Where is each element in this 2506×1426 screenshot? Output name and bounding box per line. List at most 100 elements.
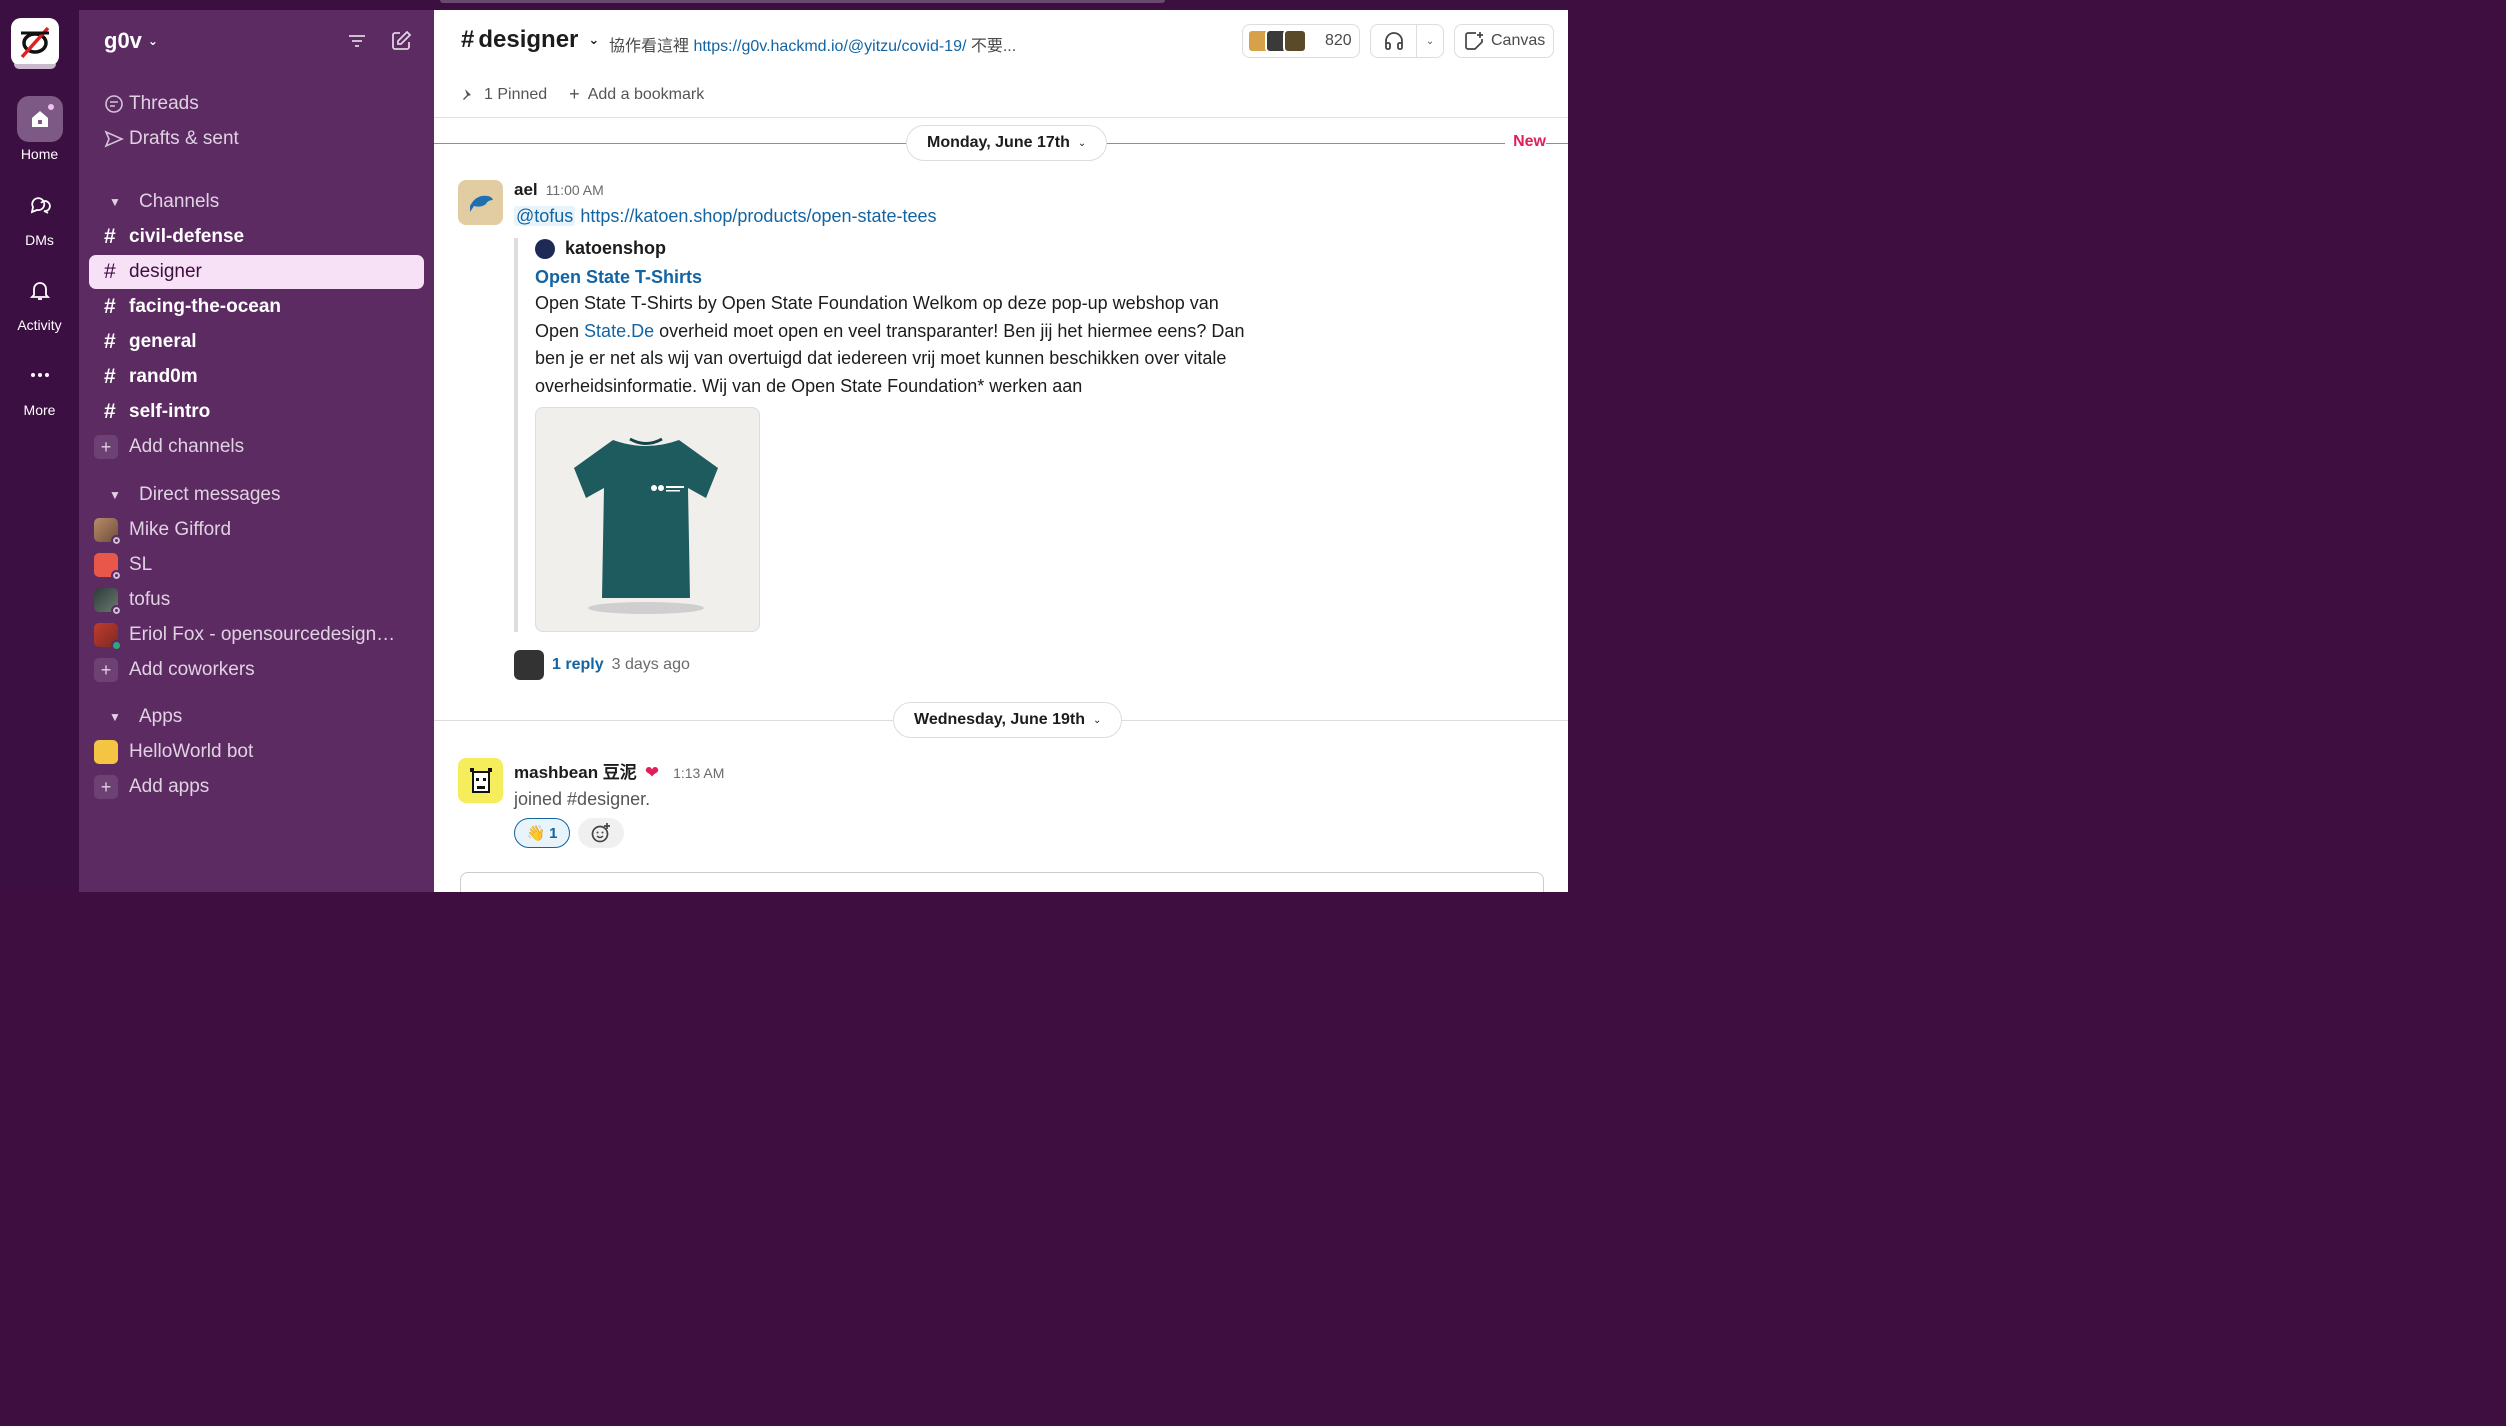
add-reaction-button[interactable] [578,818,624,848]
sidebar-app-helloworld-bot[interactable]: HelloWorld bot [89,735,424,769]
dm-header: Direct messages [139,484,281,505]
search-bar[interactable] [440,0,1165,3]
message-author[interactable]: ael [514,180,538,200]
preview-site: katoenshop [535,238,1274,259]
preview-title[interactable]: Open State T-Shirts [535,267,1274,288]
hash-icon: # [461,26,475,53]
message-link[interactable]: https://katoen.shop/products/open-state-… [580,206,936,226]
add-bookmark-button[interactable]: + Add a bookmark [569,84,704,105]
channel-name: self-intro [129,401,211,422]
add-coworkers-button[interactable]: + Add coworkers [89,653,424,687]
sidebar-header: g0v ⌄ [79,10,434,72]
rail-activity[interactable]: Activity [0,267,79,333]
wave-emoji-icon: 👋 [526,825,546,842]
channel-name-button[interactable]: # designer ⌄ [461,26,599,54]
tshirt-image [573,437,718,614]
heart-icon: ❤ [644,763,660,782]
chevron-down-icon: ⌄ [147,34,158,48]
rail-home[interactable]: Home [0,96,79,162]
apps-section-toggle[interactable]: ▼ Apps [89,700,424,734]
reply-avatar [514,650,544,680]
canvas-label: Canvas [1491,32,1546,49]
workspace-name[interactable]: g0v ⌄ [104,28,158,54]
channels-section-toggle[interactable]: ▼ Channels [89,185,424,219]
canvas-button[interactable]: Canvas [1454,24,1554,58]
huddle-button[interactable]: ⌄ [1370,24,1444,58]
sidebar-dm-eriol-fox[interactable]: Eriol Fox - opensourcedesign.n... [89,618,424,652]
sidebar-channel-facing-the-ocean[interactable]: # facing-the-ocean [89,290,424,324]
members-button[interactable]: 820 [1242,24,1360,58]
hash-icon: # [104,365,116,388]
sidebar-item-threads[interactable]: Threads [89,87,424,121]
channel-topic[interactable]: 協作看這裡 https://g0v.hackmd.io/@yitzu/covid… [609,32,1016,56]
rail-dms-label: DMs [25,232,54,248]
avatar[interactable] [458,758,503,803]
date-label: Monday, June 17th [927,134,1070,151]
reaction-count: 1 [549,824,558,842]
dm-section-toggle[interactable]: ▼ Direct messages [89,478,424,512]
reaction-wave[interactable]: 👋 1 [514,818,570,848]
avatar [94,553,122,581]
bot-avatar [94,740,118,764]
desc-link[interactable]: State.De [584,321,654,341]
message-author[interactable]: mashbean 豆泥 [514,758,637,783]
date-jump-button[interactable]: Wednesday, June 19th ⌄ [893,702,1123,738]
rail-home-label: Home [20,146,59,162]
reply-count[interactable]: 1 reply [552,656,604,674]
channel-view: # designer ⌄ 協作看這裡 https://g0v.hackmd.io/@… [434,10,1568,892]
sidebar-dm-tofus[interactable]: tofus [89,583,424,617]
message-text: @tofus https://katoen.shop/products/open… [514,206,1514,227]
thread-summary[interactable]: 1 reply 3 days ago [514,650,690,680]
plus-icon: + [94,658,118,682]
link-preview: katoenshop Open State T-Shirts Open Stat… [514,238,1274,632]
workspace-name-text: g0v [104,28,142,53]
send-icon [89,129,129,149]
chevron-down-icon: ⌄ [588,32,600,47]
new-messages-marker: New [1505,133,1546,151]
caret-down-icon: ▼ [109,710,121,724]
preview-description: Open State T-Shirts by Open State Founda… [535,290,1255,400]
headphones-icon[interactable] [1371,25,1417,57]
compose-icon[interactable] [388,28,414,54]
chevron-down-icon[interactable]: ⌄ [1417,36,1443,47]
sidebar-channel-rand0m[interactable]: # rand0m [89,360,424,394]
workspace-logo[interactable] [11,18,59,70]
rail-dms[interactable]: DMs [0,182,79,248]
bookmarks-bar: 1 Pinned + Add a bookmark [434,72,1568,118]
rail-more[interactable]: More [0,352,79,418]
preview-image[interactable] [535,407,760,632]
channel-name: civil-defense [129,226,245,247]
sidebar-dm-sl[interactable]: SL [89,548,424,582]
member-avatar [1283,29,1307,53]
channel-header: # designer ⌄ 協作看這裡 https://g0v.hackmd.io/@… [434,10,1568,72]
message-text: joined #designer. [514,789,651,809]
sidebar-channel-self-intro[interactable]: # self-intro [89,395,424,429]
date-jump-button[interactable]: Monday, June 17th ⌄ [906,125,1108,161]
add-channels-button[interactable]: + Add channels [89,430,424,464]
sidebar-item-label: Drafts & sent [129,128,239,149]
pinned-label: 1 Pinned [484,85,548,103]
avatar [94,623,122,651]
filter-icon[interactable] [344,28,370,54]
add-apps-button[interactable]: + Add apps [89,770,424,804]
message-timestamp[interactable]: 11:00 AM [546,182,604,198]
sidebar-channel-general[interactable]: # general [89,325,424,359]
sidebar-channel-designer[interactable]: # designer [89,255,424,289]
workspace-rail: Home DMs Activity More [0,0,79,892]
message-composer[interactable] [460,872,1544,892]
caret-down-icon: ▼ [109,195,121,209]
topic-link[interactable]: https://g0v.hackmd.io/@yitzu/covid-19/ [693,38,966,55]
g0v-logo-icon [20,26,50,59]
sidebar-item-drafts[interactable]: Drafts & sent [89,122,424,156]
pinned-button[interactable]: 1 Pinned [460,86,547,104]
user-mention[interactable]: @tofus [514,206,576,226]
sidebar-channel-civil-defense[interactable]: # civil-defense [89,220,424,254]
plus-icon: + [94,435,118,459]
sidebar-dm-mike-gifford[interactable]: Mike Gifford [89,513,424,547]
message-timestamp[interactable]: 1:13 AM [673,765,724,781]
channel-name: general [129,331,197,352]
avatar[interactable] [458,180,503,225]
channel-title: designer [478,26,579,53]
topic-text-suffix: 不要... [966,38,1017,55]
pixel-cow-icon [469,767,492,793]
